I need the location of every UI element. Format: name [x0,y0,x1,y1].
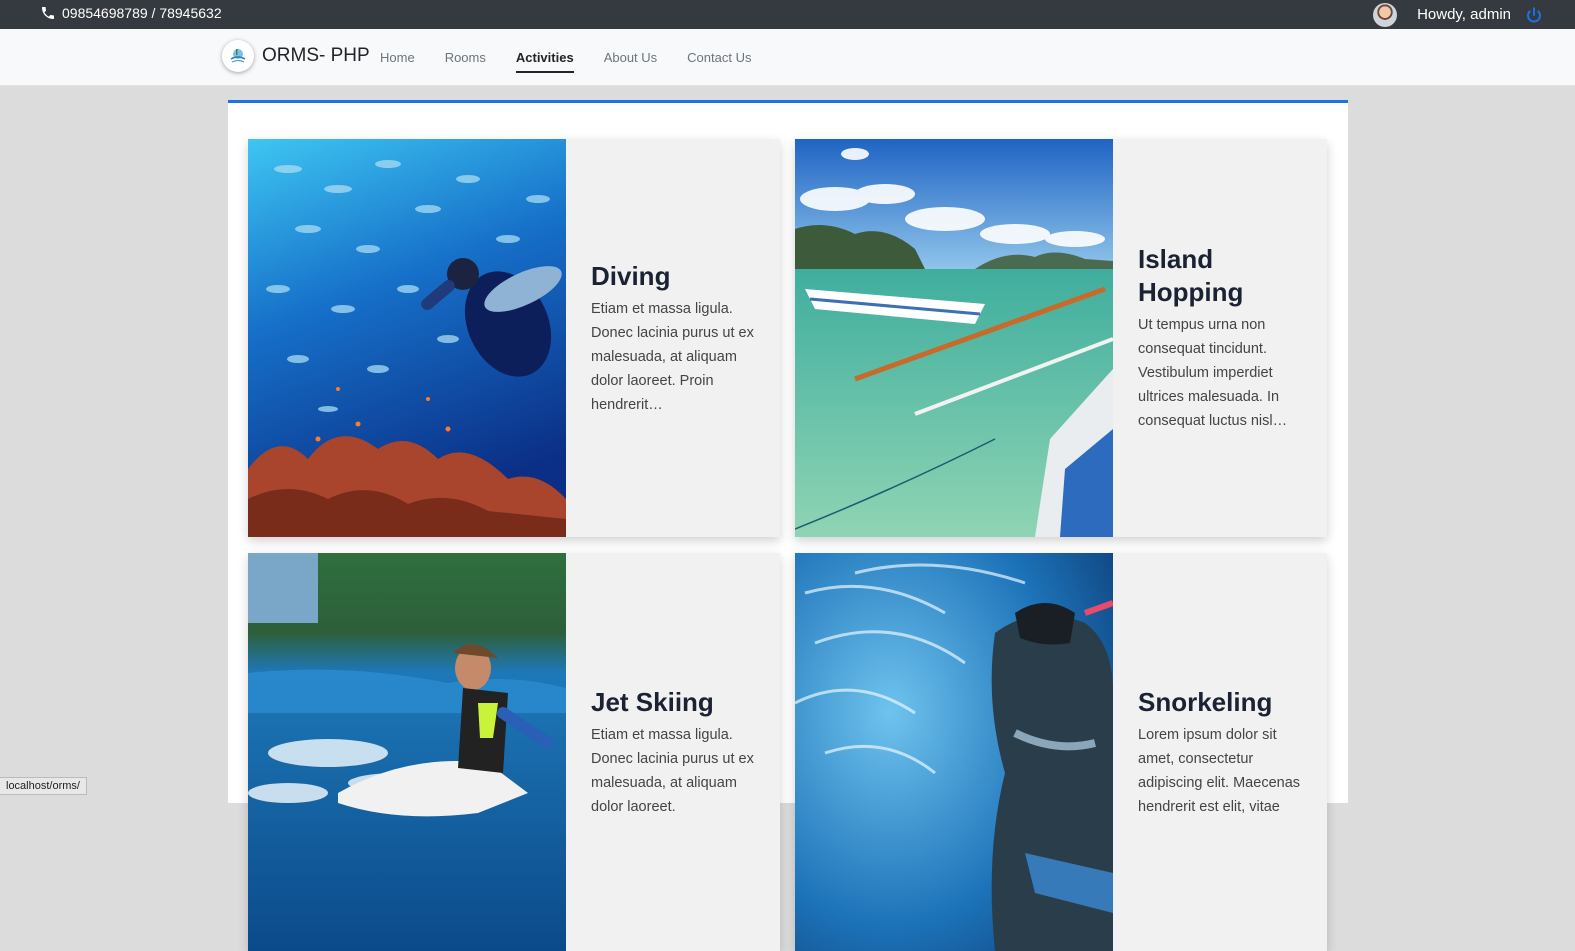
main-navbar: ORMS- PHP Home Rooms Activities About Us… [0,29,1575,86]
activity-card-jet-skiing[interactable]: Jet Skiing Etiam et massa ligula. Donec … [248,553,780,951]
top-bar: 09854698789 / 78945632 Howdy, admin [0,0,1575,29]
activity-text-jet-skiing: Jet Skiing Etiam et massa ligula. Donec … [591,553,766,951]
user-menu[interactable]: Howdy, admin [1373,2,1543,27]
activity-card-diving[interactable]: Diving Etiam et massa ligula. Donec laci… [248,139,780,537]
activity-description: Etiam et massa ligula. Donec lacinia pur… [591,300,754,413]
activity-title[interactable]: Jet Skiing [591,686,766,719]
brand-name[interactable]: ORMS- PHP [262,45,370,67]
activity-title[interactable]: Snorkeling [1138,686,1313,719]
nav-contact-us[interactable]: Contact Us [687,46,751,69]
activity-text-snorkeling: Snorkeling Lorem ipsum dolor sit amet, c… [1138,553,1313,951]
greeting-text[interactable]: Howdy, admin [1417,6,1511,23]
activity-text-diving: Diving Etiam et massa ligula. Donec laci… [591,139,766,537]
nav-about-us[interactable]: About Us [604,46,657,69]
contact-phone: 09854698789 / 78945632 [40,5,222,21]
activity-image-diving[interactable] [248,139,566,537]
activity-text-island-hopping: Island Hopping Ut tempus urna non conseq… [1138,139,1313,537]
brand-logo[interactable] [222,40,254,72]
activity-title[interactable]: Diving [591,260,766,293]
nav-activities[interactable]: Activities [515,46,574,73]
activity-description: Ut tempus urna non consequat tincidunt. … [1138,317,1288,429]
activities-panel: Diving Etiam et massa ligula. Donec laci… [228,100,1348,951]
avatar[interactable] [1373,2,1398,27]
activity-description: Lorem ipsum dolor sit amet, consectetur … [1138,726,1301,815]
phone-icon [42,7,54,19]
activity-image-island-hopping[interactable] [795,139,1113,537]
power-icon[interactable] [1525,6,1543,24]
phone-numbers: 09854698789 / 78945632 [62,5,222,21]
browser-status-url: localhost/orms/ [0,777,87,795]
nav-home[interactable]: Home [380,46,415,69]
activity-image-snorkeling[interactable] [795,553,1113,951]
activity-card-island-hopping[interactable]: Island Hopping Ut tempus urna non conseq… [795,139,1327,537]
activity-card-snorkeling[interactable]: Snorkeling Lorem ipsum dolor sit amet, c… [795,553,1327,951]
activity-image-jet-skiing[interactable] [248,553,566,951]
nav-rooms[interactable]: Rooms [445,46,486,69]
activity-description: Etiam et massa ligula. Donec lacinia pur… [591,726,754,815]
brand[interactable]: ORMS- PHP [222,40,370,72]
activity-title[interactable]: Island Hopping [1138,243,1313,309]
resort-logo-icon [230,49,246,63]
nav-menu: Home Rooms Activities About Us Contact U… [380,29,781,85]
